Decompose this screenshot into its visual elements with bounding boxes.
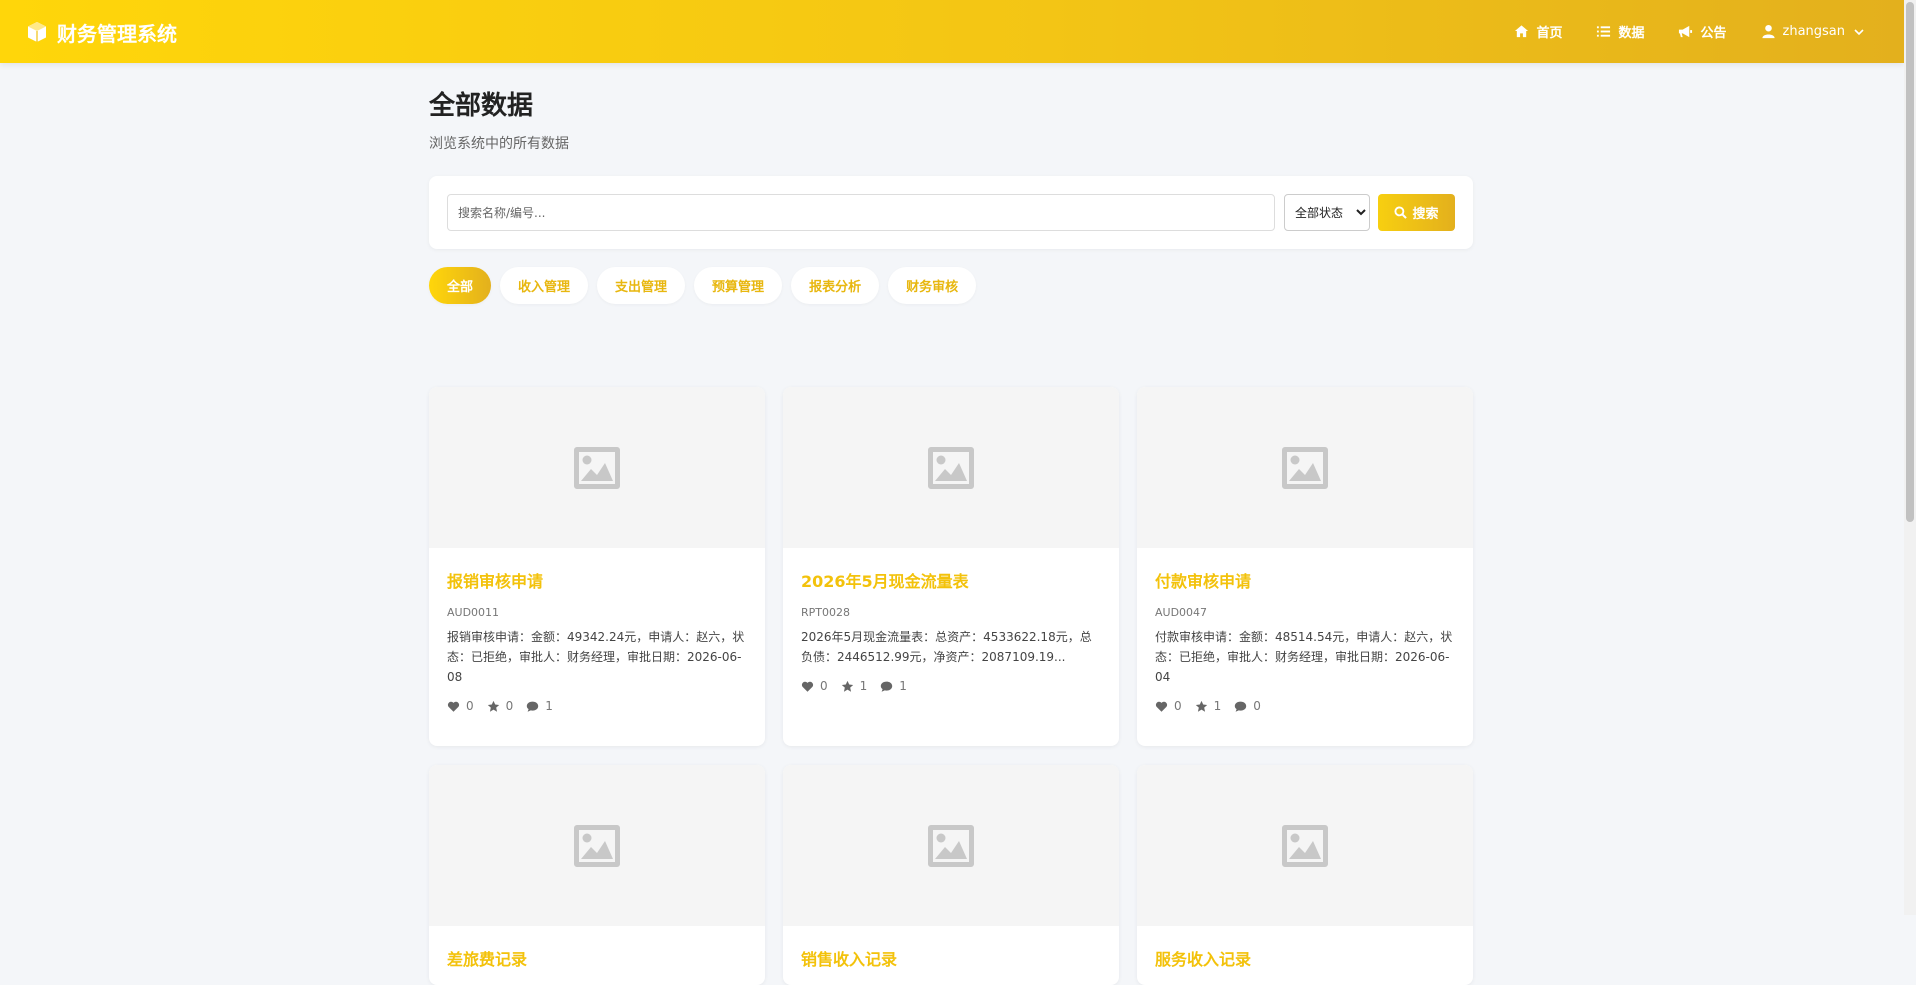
scrollbar-thumb[interactable] bbox=[1906, 2, 1914, 522]
user-icon bbox=[1761, 24, 1775, 39]
username: zhangsan bbox=[1782, 24, 1846, 39]
comment-count: 0 bbox=[1253, 699, 1261, 713]
tab-income[interactable]: 收入管理 bbox=[500, 267, 589, 304]
card-title[interactable]: 服务收入记录 bbox=[1155, 946, 1455, 970]
card-code: AUD0011 bbox=[447, 606, 500, 619]
top-navbar: 财务管理系统 首页 数据 公告 zhangsan bbox=[0, 0, 1904, 63]
comment-stat[interactable]: 1 bbox=[526, 699, 553, 713]
data-card[interactable]: 2026年5月现金流量表 RPT0028 2026年5月现金流量表：总资产：45… bbox=[783, 387, 1119, 746]
tab-audit[interactable]: 财务审核 bbox=[888, 267, 977, 304]
user-menu[interactable]: zhangsan bbox=[1761, 24, 1865, 39]
card-code: AUD0047 bbox=[1155, 606, 1208, 619]
favorite-stat[interactable]: 0 bbox=[487, 699, 514, 713]
search-panel: 全部状态 搜索 bbox=[429, 176, 1473, 249]
card-title[interactable]: 销售收入记录 bbox=[801, 946, 1101, 970]
data-card[interactable]: 差旅费记录 bbox=[429, 765, 765, 985]
like-stat[interactable]: 0 bbox=[1155, 699, 1182, 713]
megaphone-icon bbox=[1679, 25, 1693, 38]
heart-icon bbox=[1155, 701, 1168, 712]
card-title[interactable]: 报销审核申请 bbox=[447, 568, 747, 592]
card-image-placeholder bbox=[1137, 387, 1473, 548]
comment-count: 1 bbox=[545, 699, 553, 713]
category-tabs: 全部 收入管理 支出管理 预算管理 报表分析 财务审核 bbox=[429, 267, 977, 304]
card-image-placeholder bbox=[783, 765, 1119, 926]
status-select[interactable]: 全部状态 bbox=[1284, 194, 1370, 231]
home-icon bbox=[1515, 25, 1529, 38]
card-description: 2026年5月现金流量表：总资产：4533622.18元，总负债：2446512… bbox=[801, 630, 1092, 664]
comment-icon bbox=[1235, 701, 1247, 712]
star-icon bbox=[841, 680, 853, 692]
page-subtitle: 浏览系统中的所有数据 bbox=[429, 136, 569, 152]
search-input[interactable] bbox=[447, 194, 1275, 231]
favorite-count: 0 bbox=[505, 699, 514, 713]
data-card[interactable]: 付款审核申请 AUD0047 付款审核申请：金额：48514.54元，申请人：赵… bbox=[1137, 387, 1473, 746]
like-count: 0 bbox=[1174, 699, 1182, 713]
heart-icon bbox=[801, 681, 814, 692]
card-description: 付款审核申请：金额：48514.54元，申请人：赵六，状态：已拒绝，审批人：财务… bbox=[1155, 630, 1453, 684]
search-button[interactable]: 搜索 bbox=[1378, 194, 1455, 231]
search-icon bbox=[1394, 206, 1408, 219]
brand-name: 财务管理系统 bbox=[57, 21, 177, 46]
card-image-placeholder bbox=[429, 387, 765, 548]
nav-announcements[interactable]: 公告 bbox=[1678, 22, 1727, 41]
favorite-count: 1 bbox=[1213, 699, 1222, 713]
cube-icon bbox=[28, 22, 46, 42]
card-title[interactable]: 2026年5月现金流量表 bbox=[801, 568, 1101, 592]
nav-links: 首页 数据 公告 zhangsan bbox=[1514, 0, 1864, 63]
tab-reports[interactable]: 报表分析 bbox=[791, 267, 880, 304]
favorite-stat[interactable]: 1 bbox=[841, 679, 868, 693]
card-image-placeholder bbox=[1137, 765, 1473, 926]
card-stats: 0 1 1 bbox=[801, 679, 1101, 693]
image-icon bbox=[928, 446, 974, 489]
like-count: 0 bbox=[820, 679, 828, 693]
nav-home-label: 首页 bbox=[1536, 26, 1563, 41]
tab-expense[interactable]: 支出管理 bbox=[597, 267, 686, 304]
card-image-placeholder bbox=[783, 387, 1119, 548]
data-card[interactable]: 服务收入记录 bbox=[1137, 765, 1473, 985]
nav-home[interactable]: 首页 bbox=[1514, 22, 1562, 41]
favorite-count: 1 bbox=[859, 679, 868, 693]
image-icon bbox=[574, 446, 620, 489]
nav-data-label: 数据 bbox=[1618, 26, 1645, 41]
tab-budget[interactable]: 预算管理 bbox=[694, 267, 783, 304]
card-code: RPT0028 bbox=[801, 606, 850, 619]
image-icon bbox=[1282, 824, 1328, 867]
brand-logo[interactable]: 财务管理系统 bbox=[25, 16, 177, 48]
card-description: 报销审核申请：金额：49342.24元，申请人：赵六，状态：已拒绝，审批人：财务… bbox=[447, 630, 745, 684]
favorite-stat[interactable]: 1 bbox=[1195, 699, 1222, 713]
image-icon bbox=[574, 824, 620, 867]
data-card[interactable]: 报销审核申请 AUD0011 报销审核申请：金额：49342.24元，申请人：赵… bbox=[429, 387, 765, 746]
card-stats: 0 0 1 bbox=[447, 699, 747, 713]
comment-icon bbox=[881, 681, 893, 692]
like-stat[interactable]: 0 bbox=[447, 699, 474, 713]
data-card[interactable]: 销售收入记录 bbox=[783, 765, 1119, 985]
page-scrollbar[interactable] bbox=[1904, 0, 1916, 915]
nav-announcements-label: 公告 bbox=[1700, 26, 1727, 41]
card-title[interactable]: 差旅费记录 bbox=[447, 946, 747, 970]
page-title: 全部数据 bbox=[429, 91, 534, 121]
card-stats: 0 1 0 bbox=[1155, 699, 1455, 713]
image-icon bbox=[1282, 446, 1328, 489]
search-button-label: 搜索 bbox=[1412, 207, 1439, 222]
like-stat[interactable]: 0 bbox=[801, 679, 828, 693]
comment-stat[interactable]: 0 bbox=[1234, 699, 1261, 713]
star-icon bbox=[1195, 700, 1207, 712]
list-icon bbox=[1597, 26, 1611, 37]
chevron-down-icon bbox=[1854, 28, 1864, 35]
image-icon bbox=[928, 824, 974, 867]
card-image-placeholder bbox=[429, 765, 765, 926]
card-title[interactable]: 付款审核申请 bbox=[1155, 568, 1455, 592]
tab-all[interactable]: 全部 bbox=[429, 267, 492, 304]
comment-icon bbox=[527, 701, 539, 712]
like-count: 0 bbox=[466, 699, 474, 713]
nav-data[interactable]: 数据 bbox=[1596, 22, 1644, 41]
comment-stat[interactable]: 1 bbox=[880, 679, 907, 693]
comment-count: 1 bbox=[899, 679, 907, 693]
star-icon bbox=[487, 700, 499, 712]
heart-icon bbox=[447, 701, 460, 712]
